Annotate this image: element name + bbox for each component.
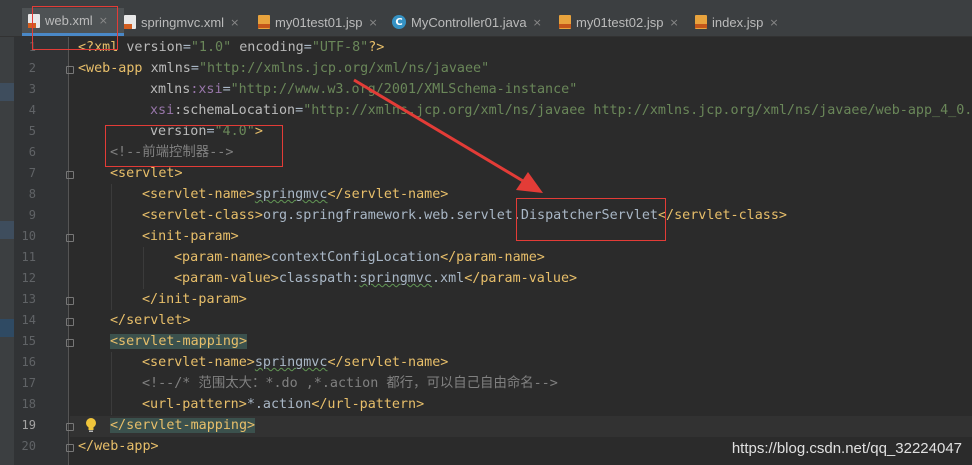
strip-marker <box>0 83 14 101</box>
line-number: 18 <box>21 397 36 411</box>
code-line-15: <servlet-mapping> <box>110 334 248 349</box>
line-number: 9 <box>28 208 36 222</box>
code-line-11: <param-name>contextConfigLocation</param… <box>174 250 545 265</box>
tab-index-jsp[interactable]: index.jsp × <box>695 8 779 36</box>
tab-label: index.jsp <box>712 14 764 30</box>
code-line-4: xsi:schemaLocation="http://xmlns.jcp.org… <box>150 103 972 118</box>
code-line-20: </web-app> <box>78 439 159 454</box>
watermark-text: https://blog.csdn.net/qq_32224047 <box>731 440 962 457</box>
lightbulb-icon[interactable] <box>84 417 98 433</box>
tab-label: my01test01.jsp <box>275 14 363 30</box>
jsp-file-icon <box>258 15 270 29</box>
code-line-13: </init-param> <box>142 292 247 307</box>
line-number: 7 <box>28 166 36 180</box>
line-number: 3 <box>28 82 36 96</box>
close-icon[interactable]: × <box>669 16 678 29</box>
line-number: 5 <box>28 124 36 138</box>
jsp-file-icon <box>559 15 571 29</box>
close-icon[interactable]: × <box>769 16 778 29</box>
line-number: 12 <box>21 271 36 285</box>
tab-springmvc-xml[interactable]: springmvc.xml × <box>124 8 239 36</box>
code-line-17-comment: <!--/* 范围太大：*.do ,*.action 都行，可以自己自由命名--… <box>142 376 558 391</box>
line-number: 14 <box>21 313 36 327</box>
code-line-10: <init-param> <box>142 229 239 244</box>
line-number: 17 <box>21 376 36 390</box>
code-line-16: <servlet-name>springmvc</servlet-name> <box>142 355 449 370</box>
code-line-8: <servlet-name>springmvc</servlet-name> <box>142 187 449 202</box>
code-line-1: <?xml version="1.0" encoding="UTF-8"?> <box>78 40 385 55</box>
line-number: 16 <box>21 355 36 369</box>
line-number: 10 <box>21 229 36 243</box>
tab-my01test01-jsp[interactable]: my01test01.jsp × <box>258 8 378 36</box>
code-line-3: xmlns:xsi="http://www.w3.org/2001/XMLSch… <box>150 82 578 97</box>
close-icon[interactable]: × <box>230 16 239 29</box>
code-line-2: <web-app xmlns="http://xmlns.jcp.org/xml… <box>78 61 490 76</box>
line-number: 11 <box>21 250 36 264</box>
code-line-18: <url-pattern>*.action</url-pattern> <box>142 397 425 412</box>
xml-file-icon <box>124 15 136 29</box>
strip-marker <box>0 319 14 337</box>
java-class-icon: C <box>392 15 406 29</box>
tool-window-strip <box>0 37 14 465</box>
tab-label: my01test02.jsp <box>576 14 664 30</box>
code-line-12: <param-value>classpath:springmvc.xml</pa… <box>174 271 578 286</box>
tab-mycontroller01-java[interactable]: C MyController01.java × <box>392 8 542 36</box>
line-number: 2 <box>28 61 36 75</box>
strip-marker <box>0 221 14 239</box>
line-number-current: 19 <box>21 418 36 432</box>
annotation-box-comment <box>105 125 283 167</box>
code-line-9: <servlet-class>org.springframework.web.s… <box>142 208 787 223</box>
jsp-file-icon <box>695 15 707 29</box>
close-icon[interactable]: × <box>368 16 377 29</box>
line-number: 8 <box>28 187 36 201</box>
line-number: 6 <box>28 145 36 159</box>
annotation-box-web-xml-tab <box>32 6 118 50</box>
tab-label: MyController01.java <box>411 14 527 30</box>
code-line-14: </servlet> <box>110 313 191 328</box>
line-number: 13 <box>21 292 36 306</box>
line-number: 4 <box>28 103 36 117</box>
editor-tab-bar: web.xml × springmvc.xml × my01test01.jsp… <box>0 0 972 37</box>
annotation-box-dispatcherservlet <box>516 198 666 241</box>
line-number: 15 <box>21 334 36 348</box>
code-line-19: </servlet-mapping> <box>110 418 256 433</box>
close-icon[interactable]: × <box>533 16 542 29</box>
tab-my01test02-jsp[interactable]: my01test02.jsp × <box>559 8 679 36</box>
line-number: 20 <box>21 439 36 453</box>
tab-label: springmvc.xml <box>141 14 225 30</box>
